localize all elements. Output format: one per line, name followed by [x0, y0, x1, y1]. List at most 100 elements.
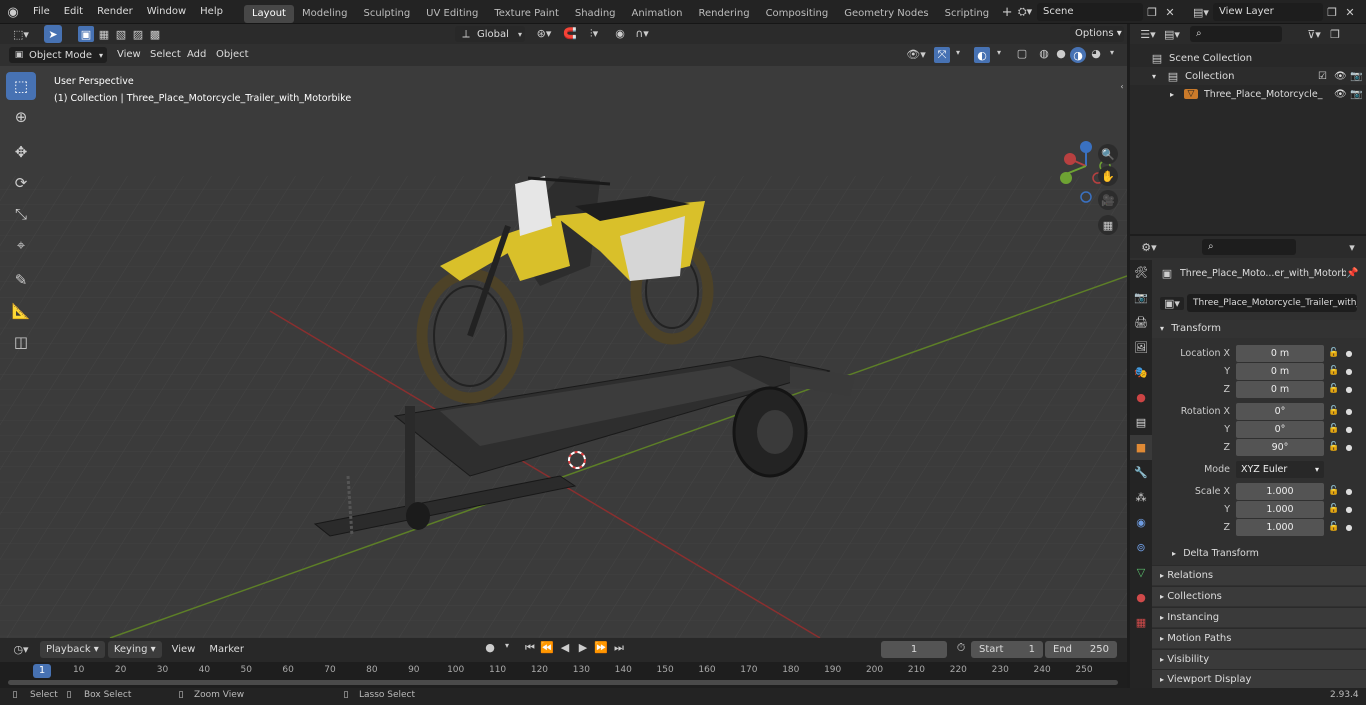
menu-edit[interactable]: Edit — [57, 0, 90, 24]
cursor-tool-icon[interactable]: ⊕ — [6, 103, 36, 131]
properties-options-icon[interactable]: ▾ — [1344, 241, 1360, 254]
material-tab-icon[interactable]: ● — [1130, 585, 1152, 610]
playhead[interactable]: 1 — [33, 664, 51, 678]
tab-texture-paint[interactable]: Texture Paint — [486, 5, 567, 23]
visibility-panel[interactable]: ▸ Visibility — [1152, 649, 1366, 669]
perspective-toggle-icon[interactable]: ▦ — [1098, 215, 1118, 235]
location-x-field[interactable]: 0 m — [1236, 344, 1324, 362]
view-layer-icon[interactable]: ▤▾ — [1189, 6, 1213, 19]
visibility-filter-icon[interactable]: 👁▾ — [903, 48, 929, 61]
expand-arrow-icon[interactable]: ▸ — [1170, 90, 1184, 99]
remove-view-layer-icon[interactable]: ✕ — [1341, 6, 1359, 19]
menu-add[interactable]: Add — [187, 49, 206, 60]
options-dropdown[interactable]: Options ▾ — [1070, 26, 1124, 42]
menu-help[interactable]: Help — [193, 0, 230, 24]
collapse-arrow-icon[interactable]: ▾ — [1152, 72, 1166, 81]
select-mode-new-icon[interactable]: ▣ — [78, 26, 94, 42]
shading-wireframe-icon[interactable]: ◍ — [1036, 47, 1052, 60]
pin-icon[interactable]: 📌 — [1346, 268, 1360, 279]
camera-icon[interactable]: 📷 — [1350, 89, 1366, 100]
current-frame-field[interactable]: 1 — [881, 641, 947, 658]
start-frame-field[interactable]: Start 1 — [971, 641, 1043, 658]
jump-end-icon[interactable]: ⏭ — [611, 641, 627, 655]
object-data-field[interactable]: Three_Place_Motorcycle_Trailer_with_M... — [1187, 294, 1357, 312]
blender-logo-icon[interactable]: ◉ — [0, 5, 26, 20]
menu-select[interactable]: Select — [150, 49, 181, 60]
playback-menu[interactable]: Playback ▾ — [40, 640, 105, 658]
tab-sculpting[interactable]: Sculpting — [355, 5, 418, 23]
filter-icon[interactable]: ⊽▾ — [1302, 28, 1326, 41]
lock-icon[interactable]: 🔓 — [1324, 486, 1344, 496]
annotate-tool-icon[interactable]: ✎ — [6, 266, 36, 294]
transform-header[interactable]: Transform — [1171, 323, 1221, 334]
checkbox-icon[interactable]: ☑ — [1318, 71, 1334, 82]
outliner-row-object[interactable]: ▸ ▽ Three_Place_Motorcycle_ 👁 📷 — [1130, 85, 1366, 103]
new-scene-icon[interactable]: ❐ — [1143, 6, 1161, 19]
overlay-toggle-icon[interactable]: ◐ — [974, 47, 990, 63]
shading-rendered-icon[interactable]: ◕ — [1088, 47, 1104, 60]
timeline-scrollbar[interactable] — [8, 680, 1118, 685]
lock-icon[interactable]: 🔓 — [1324, 442, 1344, 452]
transform-tool-icon[interactable]: ⌖ — [6, 231, 36, 259]
timeline-editor-icon[interactable]: ◷▾ — [8, 643, 34, 656]
location-y-field[interactable]: 0 m — [1236, 362, 1324, 380]
display-mode-icon[interactable]: ▤▾ — [1160, 28, 1184, 41]
select-tool-icon[interactable]: ➤ — [44, 25, 62, 43]
new-collection-icon[interactable]: ❐ — [1326, 28, 1344, 41]
camera-view-icon[interactable]: 🎥 — [1098, 190, 1118, 210]
select-mode-invert-icon[interactable]: ▨ — [130, 26, 146, 42]
sidebar-toggle-icon[interactable]: ‹ — [1118, 82, 1126, 91]
jump-keyframe-back-icon[interactable]: ⏪ — [539, 641, 555, 654]
render-tab-icon[interactable]: 📷 — [1130, 285, 1152, 310]
jump-keyframe-forward-icon[interactable]: ⏩ — [593, 641, 609, 654]
relations-panel[interactable]: ▸ Relations — [1152, 565, 1366, 585]
scale-y-field[interactable]: 1.000 — [1236, 500, 1324, 518]
output-tab-icon[interactable]: 🖨 — [1130, 310, 1152, 335]
scene-icon[interactable]: ⛭▾ — [1013, 5, 1037, 19]
editor-type-icon[interactable]: ⬚▾ — [8, 27, 34, 41]
delta-transform-subpanel[interactable]: ▸ Delta Transform — [1172, 546, 1362, 562]
new-view-layer-icon[interactable]: ❐ — [1323, 6, 1341, 19]
physics-tab-icon[interactable]: ◉ — [1130, 510, 1152, 535]
pan-hand-icon[interactable]: ✋ — [1098, 166, 1118, 186]
marker-menu[interactable]: Marker — [209, 644, 244, 655]
menu-window[interactable]: Window — [140, 0, 193, 24]
menu-object[interactable]: Object — [216, 49, 249, 60]
keyframe-dot-icon[interactable]: ● — [1344, 487, 1354, 496]
shading-solid-icon[interactable]: ● — [1053, 47, 1069, 60]
play-reverse-icon[interactable]: ◀ — [557, 641, 573, 654]
lock-icon[interactable]: 🔓 — [1324, 348, 1344, 358]
proportional-edit-icon[interactable]: ◉ — [612, 27, 628, 40]
snap-icon[interactable]: 🧲 — [562, 27, 578, 40]
camera-icon[interactable]: 📷 — [1350, 71, 1366, 82]
modifier-tab-icon[interactable]: 🔧 — [1130, 460, 1152, 485]
orientation-dropdown[interactable]: ⟂ Global ▾ — [455, 26, 525, 42]
move-tool-icon[interactable]: ✥ — [6, 138, 36, 166]
snap-target-icon[interactable]: ⫶▾ — [582, 27, 606, 41]
shading-material-icon[interactable]: ◑ — [1070, 47, 1086, 63]
overlay-dropdown-icon[interactable]: ▾ — [993, 48, 1005, 57]
keying-menu[interactable]: Keying ▾ — [107, 640, 162, 658]
gizmo-dropdown-icon[interactable]: ▾ — [952, 48, 964, 57]
keyframe-dot-icon[interactable]: ● — [1344, 385, 1354, 394]
scene-field[interactable]: Scene — [1037, 3, 1143, 21]
view-layer-field[interactable]: View Layer — [1213, 3, 1323, 21]
record-icon[interactable]: ● — [482, 641, 498, 654]
pivot-icon[interactable]: ⊛▾ — [532, 27, 556, 40]
select-mode-subtract-icon[interactable]: ▧ — [113, 26, 129, 42]
rotate-tool-icon[interactable]: ⟳ — [6, 169, 36, 197]
scale-tool-icon[interactable]: ⤡ — [6, 200, 36, 228]
add-cube-tool-icon[interactable]: ◫ — [6, 328, 36, 356]
texture-tab-icon[interactable]: ▦ — [1130, 610, 1152, 635]
preview-range-icon[interactable]: ⏱ — [953, 641, 969, 655]
object-tab-icon[interactable]: ■ — [1130, 435, 1152, 460]
collection-tab-icon[interactable]: ▤ — [1130, 410, 1152, 435]
frame-ruler[interactable]: 1102030405060708090100110120130140150160… — [0, 662, 1127, 688]
instancing-panel[interactable]: ▸ Instancing — [1152, 607, 1366, 627]
lock-icon[interactable]: 🔓 — [1324, 366, 1344, 376]
menu-view[interactable]: View — [117, 49, 141, 60]
record-dropdown-icon[interactable]: ▾ — [500, 641, 514, 650]
menu-file[interactable]: File — [26, 0, 57, 24]
view-layer-tab-icon[interactable]: 🖼 — [1130, 335, 1152, 360]
timeline-view-menu[interactable]: View — [172, 644, 196, 655]
